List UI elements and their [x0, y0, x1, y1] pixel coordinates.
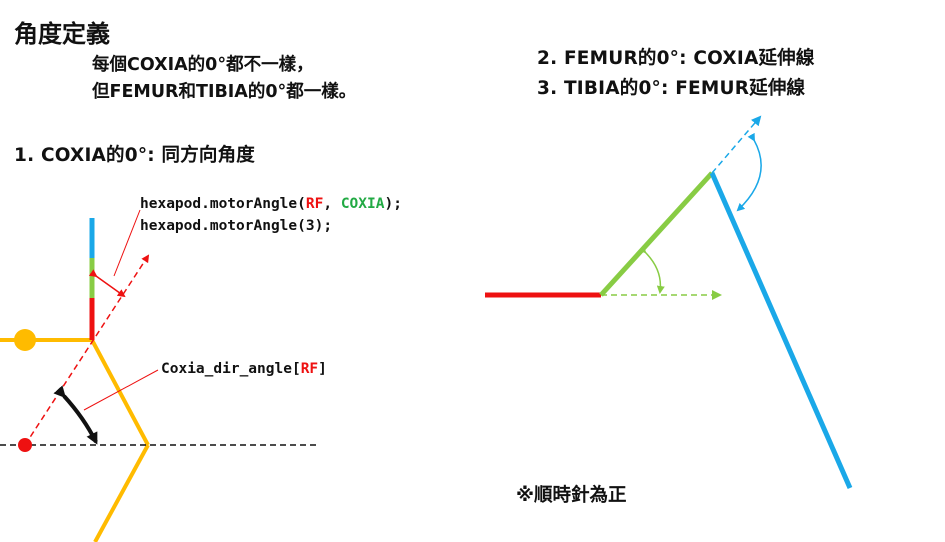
- tibia-side: [709, 171, 853, 490]
- femur-extension-dashed: [711, 115, 762, 174]
- coxia-dir-angle-arc: [53, 385, 98, 445]
- coxia-direction-dashed: [24, 254, 150, 446]
- tibia-angle-arc: [736, 132, 762, 212]
- coxia-angle-arc: [88, 269, 126, 298]
- pointer-line-code: [113, 209, 141, 277]
- leg-side-view: [485, 171, 853, 490]
- hexapod-body: [0, 329, 150, 542]
- angle-diagram: [0, 115, 853, 542]
- pointer-line-label: [83, 369, 159, 411]
- center-dot: [18, 438, 32, 452]
- femur-side: [599, 171, 714, 297]
- body-joint-marker: [14, 329, 36, 351]
- femur-angle-arc: [637, 244, 665, 294]
